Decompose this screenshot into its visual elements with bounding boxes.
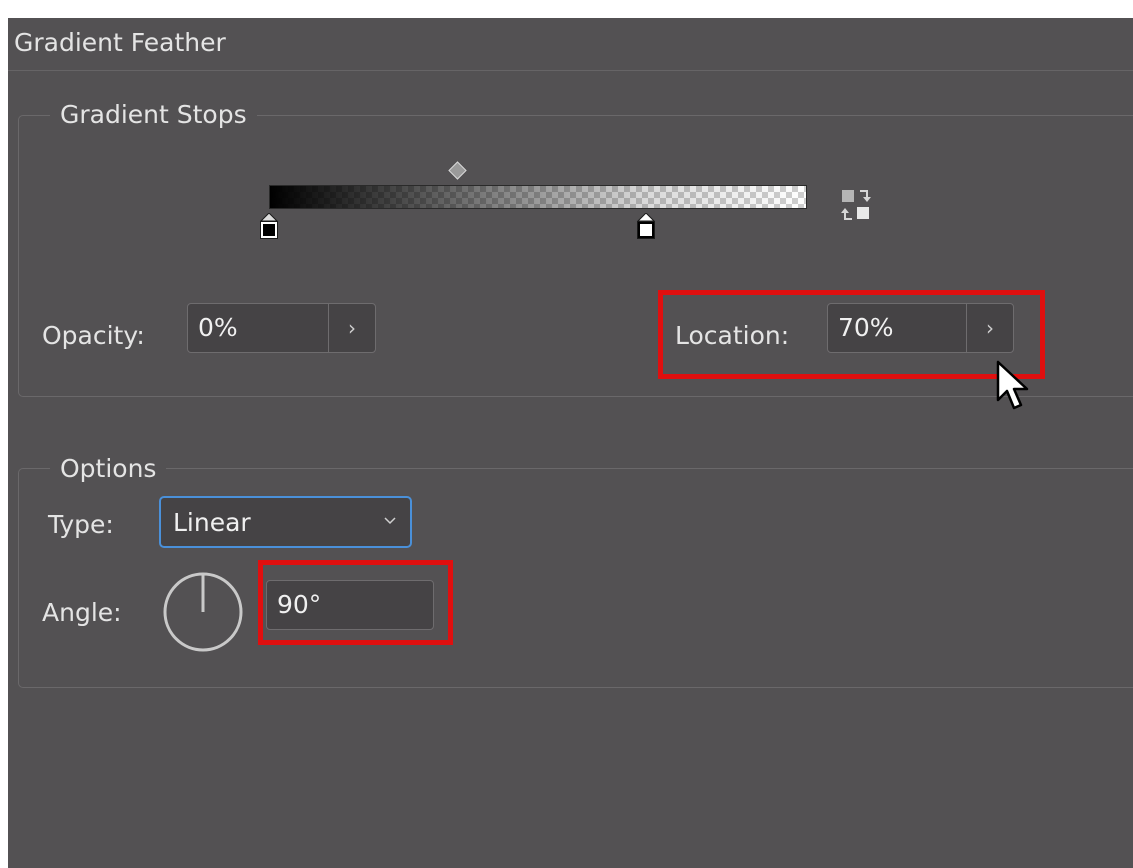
angle-dial-icon[interactable] [162, 571, 244, 653]
options-legend: Options [50, 454, 167, 483]
mouse-pointer-icon [996, 360, 1029, 410]
opacity-label: Opacity: [42, 321, 145, 350]
gradient-stop-black[interactable] [259, 213, 279, 243]
panel-header: Gradient Feather [8, 18, 1133, 71]
opacity-field[interactable]: 0% › [187, 303, 376, 353]
chevron-right-icon[interactable]: › [328, 304, 375, 352]
gradient-stops-legend: Gradient Stops [50, 100, 257, 129]
type-dropdown[interactable]: Linear [159, 496, 412, 548]
panel-title: Gradient Feather [14, 28, 226, 57]
opacity-value[interactable]: 0% [198, 313, 238, 342]
reverse-gradient-icon[interactable] [840, 188, 872, 222]
gradient-feather-panel: Gradient Feather Gradient Stops Opacity: [8, 18, 1133, 868]
angle-highlight-box [258, 560, 453, 645]
gradient-stop-white[interactable] [636, 213, 656, 243]
type-label: Type: [48, 510, 114, 539]
gradient-ramp[interactable] [269, 185, 807, 209]
angle-label: Angle: [42, 598, 122, 627]
chevron-down-icon[interactable] [382, 512, 398, 528]
location-highlight-box [658, 290, 1045, 379]
type-value[interactable]: Linear [173, 508, 251, 537]
